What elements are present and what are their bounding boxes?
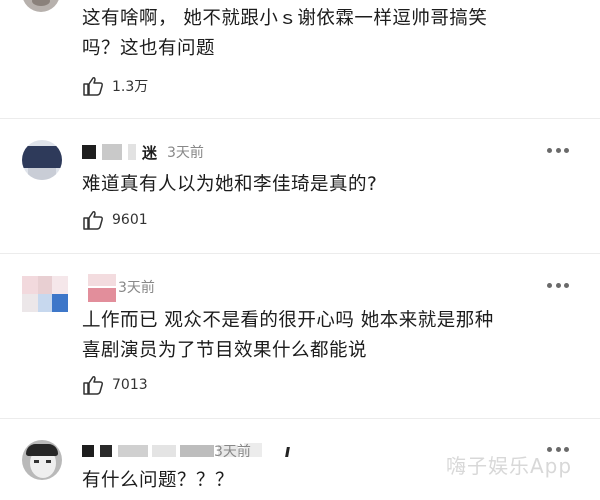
comment-text: 有什么问题？？？ xyxy=(82,470,235,491)
like-button[interactable]: 1.3万 xyxy=(82,76,148,96)
comment-time: 3天前 xyxy=(118,280,155,296)
like-count: 1.3万 xyxy=(112,79,149,95)
like-count: 7013 xyxy=(112,377,148,393)
avatar[interactable] xyxy=(22,440,62,480)
divider xyxy=(0,418,600,419)
avatar[interactable] xyxy=(22,140,62,180)
username-label: 迷 xyxy=(142,143,158,162)
comment-text: 丄作而已 观众不是看的很开心吗 她本来就是那种 喜剧演员为了节目效果什么都能说 xyxy=(82,310,494,361)
comment-text: 难道真有人以为她和李佳琦是真的? xyxy=(82,174,378,195)
thumbs-up-icon xyxy=(83,376,103,395)
more-options-button[interactable] xyxy=(547,148,569,154)
like-button[interactable]: 9601 xyxy=(82,210,148,230)
avatar[interactable] xyxy=(22,274,70,314)
thumbs-up-icon xyxy=(83,77,103,96)
more-options-button[interactable] xyxy=(547,283,569,289)
thumbs-up-icon xyxy=(83,211,103,230)
divider xyxy=(0,253,600,254)
comment-time: 3天前 xyxy=(214,444,251,460)
username[interactable]: 迷 3天前 xyxy=(82,143,204,162)
like-count: 9601 xyxy=(112,212,148,228)
comment-time: 3天前 xyxy=(167,145,204,161)
username[interactable] xyxy=(88,274,118,306)
comment-text: 这有啥啊， 她不就跟小ｓ谢依霖一样逗帅哥搞笑 吗？这也有问题 xyxy=(82,8,488,59)
avatar[interactable] xyxy=(22,0,60,12)
like-button[interactable]: 7013 xyxy=(82,375,148,395)
watermark: 嗨子娱乐App xyxy=(446,454,573,478)
divider xyxy=(0,118,600,119)
